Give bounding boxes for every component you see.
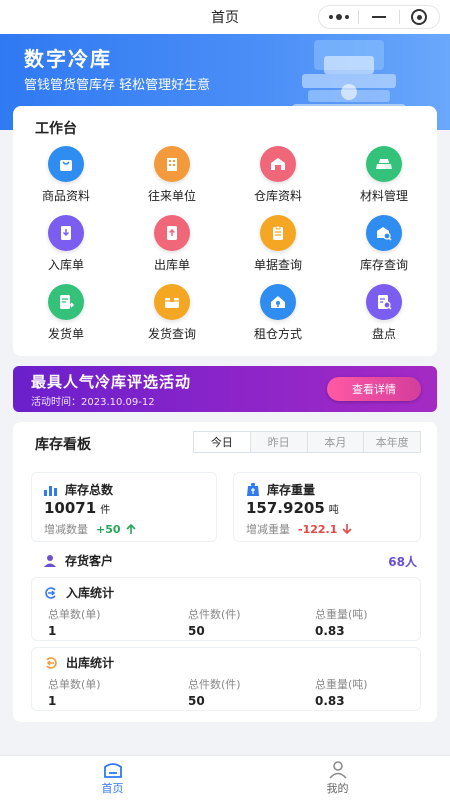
- minimize-icon[interactable]: [359, 6, 398, 28]
- weight-icon: [247, 483, 259, 496]
- grid-item-inventory-query[interactable]: 库存查询: [331, 215, 437, 284]
- bar-chart-icon: [44, 485, 57, 496]
- grid-item-stocktake[interactable]: 盘点: [331, 284, 437, 353]
- weight-change: -122.1: [298, 522, 338, 536]
- shipping-doc-icon: [48, 284, 84, 320]
- board-title: 库存看板: [35, 437, 91, 453]
- grid-item-outbound-order[interactable]: 出库单: [119, 215, 225, 284]
- outbound-stats: 出库统计 总单数(单) 1 总件数(件) 50 总重量(吨) 0.83: [31, 647, 421, 711]
- tab-month[interactable]: 本月: [306, 432, 364, 452]
- view-details-button[interactable]: 查看详情: [327, 377, 421, 401]
- workbench-card: 工作台 商品资料 往来单位 仓库资料 材料管理 入库单 出库单 单据查询 库存查…: [13, 106, 437, 356]
- inbound-arrow-icon: [45, 586, 56, 599]
- promo-banner[interactable]: 最具人气冷库评选活动 活动时间：2023.10.09-12 查看详情: [13, 366, 437, 412]
- more-dots-icon[interactable]: [319, 6, 358, 28]
- grid-item-inbound-order[interactable]: 入库单: [13, 215, 119, 284]
- arrow-down-icon: [342, 524, 352, 535]
- house-key-icon: [260, 284, 296, 320]
- grid-item-rental-method[interactable]: 租仓方式: [225, 284, 331, 353]
- period-tabs: 今日 昨日 本月 本年度: [193, 431, 421, 453]
- total-count-value: 10071: [44, 499, 97, 517]
- tab-today[interactable]: 今日: [194, 432, 250, 452]
- grid-item-material-mgmt[interactable]: 材料管理: [331, 146, 437, 215]
- inbound-doc-icon: [48, 215, 84, 251]
- banner-title: 数字冷库: [24, 47, 112, 71]
- stocktake-icon: [366, 284, 402, 320]
- user-icon: [328, 760, 347, 779]
- outbound-arrow-icon: [46, 656, 57, 669]
- banner-subtitle: 管钱管货管库存 轻松管理好生意: [24, 78, 211, 93]
- nav-bar: 首页: [0, 0, 450, 34]
- outbound-doc-icon: [154, 215, 190, 251]
- stat-total-weight: 库存重量 157.9205 吨 增减重量 -122.1: [233, 472, 421, 542]
- arrow-up-icon: [125, 523, 136, 534]
- bottom-tab-bar: 首页 我的: [0, 755, 450, 800]
- stored-clients-row[interactable]: 存货客户 68人: [31, 550, 421, 574]
- workbench-title: 工作台: [35, 121, 77, 137]
- grid-item-shipping-query[interactable]: 发货查询: [119, 284, 225, 353]
- grid-item-product-info[interactable]: 商品资料: [13, 146, 119, 215]
- shopping-bag-icon: [48, 146, 84, 182]
- clipboard-icon: [260, 215, 296, 251]
- stat-total-count: 库存总数 10071 件 增减数量 +50: [31, 472, 217, 542]
- home-icon: [103, 762, 122, 778]
- clients-count: 68人: [388, 555, 417, 569]
- warehouse-icon: [260, 146, 296, 182]
- tab-mine[interactable]: 我的: [225, 756, 450, 800]
- total-weight-value: 157.9205: [246, 499, 325, 517]
- tab-year[interactable]: 本年度: [363, 432, 420, 452]
- inbound-stats: 入库统计 总单数(单) 1 总件数(件) 50 总重量(吨) 0.83: [31, 577, 421, 641]
- tab-yesterday[interactable]: 昨日: [249, 432, 307, 452]
- user-icon: [44, 554, 56, 567]
- tab-home[interactable]: 首页: [0, 756, 225, 800]
- grid-item-shipping-order[interactable]: 发货单: [13, 284, 119, 353]
- grid-item-partners[interactable]: 往来单位: [119, 146, 225, 215]
- promo-time: 活动时间：2023.10.09-12: [31, 397, 155, 408]
- grid-item-doc-query[interactable]: 单据查询: [225, 215, 331, 284]
- gold-bars-icon: [366, 146, 402, 182]
- mini-program-capsule: [318, 5, 440, 29]
- building-icon: [154, 146, 190, 182]
- inventory-board-card: 库存看板 今日 昨日 本月 本年度 库存总数 10071 件 增减数量 +50 库存…: [13, 422, 437, 722]
- inventory-search-icon: [366, 215, 402, 251]
- target-close-icon[interactable]: [400, 6, 439, 28]
- box-icon: [154, 284, 190, 320]
- grid-item-warehouse-info[interactable]: 仓库资料: [225, 146, 331, 215]
- promo-title: 最具人气冷库评选活动: [31, 373, 192, 391]
- count-change: +50: [96, 522, 121, 536]
